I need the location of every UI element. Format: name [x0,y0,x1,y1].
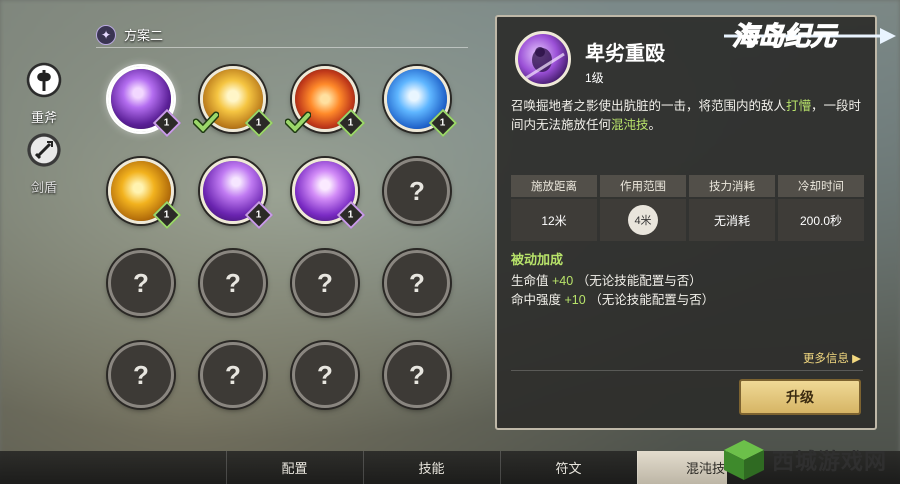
question-mark-icon: ? [133,267,149,298]
stat-cost: 技力消耗 无消耗 [689,175,775,241]
stat-value: 4米 [600,199,686,241]
category-label: 剑盾 [30,180,57,195]
locked-skill-slot[interactable]: ? [108,250,174,316]
tab-runes[interactable]: 符文 [500,451,636,484]
question-mark-icon: ? [133,359,149,390]
question-mark-icon: ? [409,175,425,206]
plan-selector[interactable]: ✦ 方案二 [96,22,468,48]
skill-slot[interactable]: 1 [285,66,366,138]
passive-bonus-hp: 生命值 +40 （无论技能配置与否） [511,270,702,289]
stat-area: 作用范围 4米 [600,175,686,241]
skill-grid: 1 1 1 1 1 1 1????????? [108,66,468,426]
area-value-pill: 4米 [628,205,658,235]
skill-portrait-icon [515,31,571,87]
skill-level-text: 1 [164,117,170,129]
stat-value: 无消耗 [689,199,775,241]
skill-description: 召唤掘地者之影使出肮脏的一击，将范围内的敌人打懵，一段时间内无法施放任何混沌技。 [511,97,863,135]
category-sword-shield[interactable]: 剑盾 [12,127,76,196]
equipped-check-icon [193,111,219,133]
sparkle-icon: ✦ [96,24,116,45]
stat-value: 200.0秒 [778,199,864,241]
cube-logo-icon [724,440,764,480]
watermark-text: 西城游戏网 [772,449,888,474]
skill-slot[interactable]: 1 [200,158,274,230]
skill-slot[interactable]: 1 [193,66,274,138]
passive-bonus-accuracy: 命中强度 +10 （无论技能配置与否） [511,289,714,308]
passive-note: （无论技能配置与否） [576,274,702,288]
game-logo-text: 海岛纪元 [732,22,839,52]
passive-note: （无论技能配置与否） [589,293,715,307]
more-info-label: 更多信息 [802,353,849,365]
skill-slot[interactable]: 1 [108,66,182,138]
game-logo: 海岛纪元 [724,21,896,53]
skill-slot[interactable]: 1 [292,158,366,230]
locked-skill-slot[interactable]: ? [292,250,358,316]
divider [511,370,863,371]
skill-level-text: 1 [440,117,446,129]
skill-name: 卑劣重殴 [585,43,665,65]
tab-config[interactable]: 配置 [226,451,362,484]
category-heavy-axe[interactable]: 重斧 [12,53,76,126]
keyword-chaos-skill[interactable]: 混沌技 [611,118,649,132]
skill-level-text: 1 [164,209,170,221]
question-mark-icon: ? [409,267,425,298]
stat-cooldown: 冷却时间 200.0秒 [778,175,864,241]
desc-text: 召唤掘地者之影使出肮脏的一击，将范围内的敌人 [511,99,787,113]
site-watermark: 西城游戏网 [720,436,900,484]
stat-header: 冷却时间 [778,175,864,197]
passive-bonus-title: 被动加成 [511,252,564,267]
skill-level: 1级 [585,71,604,85]
more-info-link[interactable]: 更多信息 ▶ [803,350,861,366]
stat-header: 技力消耗 [689,175,775,197]
passive-value: +10 [564,293,586,307]
desc-text: 。 [648,118,662,132]
locked-skill-slot[interactable]: ? [108,342,174,408]
skill-slot[interactable]: 1 [108,158,182,230]
passive-value: +40 [552,274,574,288]
passive-label: 生命值 [511,274,549,288]
triangle-right-icon: ▶ [852,353,861,365]
skill-level-text: 1 [256,117,262,129]
stat-header: 作用范围 [600,175,686,197]
skill-level-text: 1 [256,209,262,221]
question-mark-icon: ? [317,359,333,390]
stat-header: 施放距离 [511,175,597,197]
equipped-check-icon [285,111,311,133]
upgrade-button[interactable]: 升级 [739,379,861,415]
stat-cast-range: 施放距离 12米 [511,175,597,241]
locked-skill-slot[interactable]: ? [384,342,450,408]
skill-slot[interactable]: 1 [384,66,458,138]
question-mark-icon: ? [225,359,241,390]
question-mark-icon: ? [409,359,425,390]
keyword-stun[interactable]: 打懵 [786,99,811,113]
tab-skills[interactable]: 技能 [363,451,499,484]
stat-value: 12米 [511,199,597,241]
skill-detail-panel: 卑劣重殴 1级 召唤掘地者之影使出肮脏的一击，将范围内的敌人打懵，一段时间内无法… [495,15,877,430]
skill-level-text: 1 [348,117,354,129]
axe-icon [17,53,71,107]
question-mark-icon: ? [225,267,241,298]
question-mark-icon: ? [317,267,333,298]
locked-skill-slot[interactable]: ? [200,250,266,316]
locked-skill-slot[interactable]: ? [200,342,266,408]
passive-label: 命中强度 [511,293,562,307]
skill-level-text: 1 [348,209,354,221]
plan-label: 方案二 [124,28,164,43]
category-label: 重斧 [30,110,57,125]
locked-skill-slot[interactable]: ? [292,342,358,408]
locked-skill-slot[interactable]: ? [384,158,450,224]
sword-shield-icon [21,127,67,173]
locked-skill-slot[interactable]: ? [384,250,450,316]
tab-chaos-skill[interactable]: 混沌技 [637,451,727,484]
